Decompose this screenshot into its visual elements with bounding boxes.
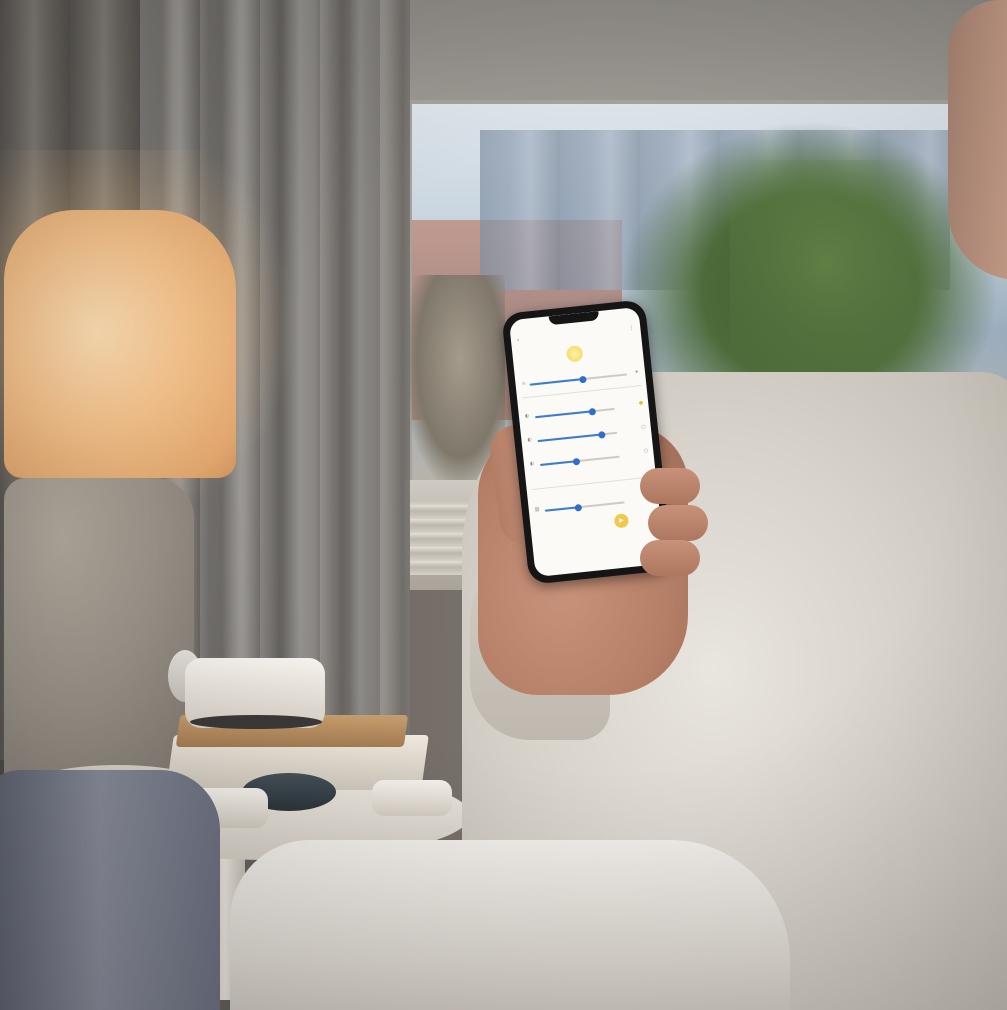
light-icon: ◐ bbox=[524, 412, 530, 420]
person-finger bbox=[648, 505, 708, 541]
light-3-slider[interactable] bbox=[540, 455, 620, 467]
speaker-icon: ▥ bbox=[534, 506, 540, 513]
light-on-icon[interactable]: ● bbox=[639, 400, 644, 406]
play-icon[interactable]: ▶ bbox=[613, 513, 630, 529]
light-icon: ◐ bbox=[527, 436, 533, 444]
person-finger bbox=[640, 540, 700, 576]
divider bbox=[521, 385, 642, 399]
remote-puck bbox=[372, 780, 452, 816]
light-icon: ◐ bbox=[529, 460, 535, 468]
speaker-section-title bbox=[527, 484, 656, 498]
smart-hub-ring bbox=[190, 715, 322, 729]
back-icon[interactable]: ‹ bbox=[517, 337, 520, 344]
lamp-shade bbox=[4, 210, 236, 478]
sofa-arm bbox=[0, 770, 220, 1010]
dim-icon: ☼ bbox=[521, 381, 527, 388]
divider bbox=[531, 476, 652, 491]
bright-icon: ☀ bbox=[634, 369, 640, 376]
smartphone: ‹ ⋮ ☼ ☀ ◐ ● ◐ ○ ◐ ○ ▥ ▶ bbox=[501, 299, 673, 585]
light-off-icon[interactable]: ○ bbox=[641, 424, 646, 430]
person-finger bbox=[640, 468, 700, 504]
person-face bbox=[948, 0, 1007, 280]
light-off-icon[interactable]: ○ bbox=[644, 448, 649, 454]
light-1-slider[interactable] bbox=[535, 407, 615, 419]
master-brightness-slider[interactable] bbox=[529, 373, 628, 386]
light-2-slider[interactable] bbox=[537, 430, 618, 443]
phone-screen: ‹ ⋮ ☼ ☀ ◐ ● ◐ ○ ◐ ○ ▥ ▶ bbox=[508, 306, 666, 578]
app-title bbox=[511, 325, 640, 339]
speaker-volume-slider[interactable] bbox=[544, 501, 625, 512]
speaker-lamp-base bbox=[4, 478, 194, 783]
phone-notch bbox=[548, 311, 600, 326]
window-shade bbox=[405, 0, 1007, 100]
bulb-icon[interactable] bbox=[565, 345, 584, 363]
sofa-cushion bbox=[230, 840, 790, 1010]
menu-icon[interactable]: ⋮ bbox=[628, 324, 635, 332]
room-name bbox=[515, 361, 644, 375]
photo-scene: ‹ ⋮ ☼ ☀ ◐ ● ◐ ○ ◐ ○ ▥ ▶ bbox=[0, 0, 1007, 1010]
